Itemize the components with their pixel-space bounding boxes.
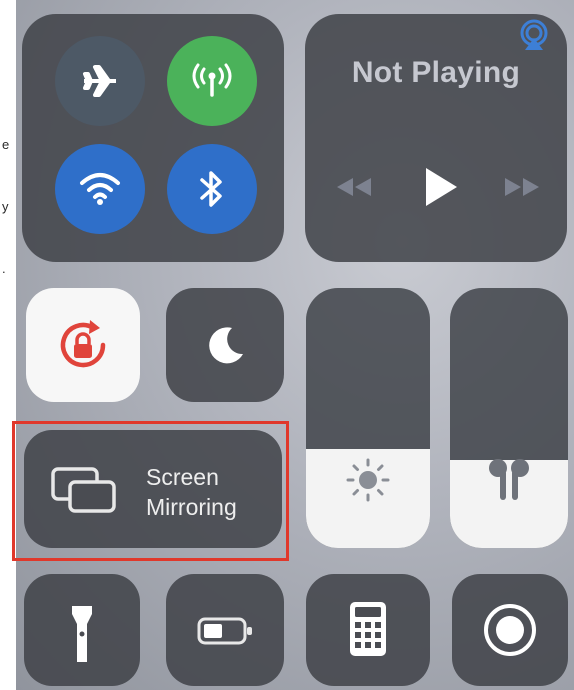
do-not-disturb-button[interactable] bbox=[166, 288, 284, 402]
calculator-icon bbox=[350, 602, 386, 656]
wifi-button[interactable] bbox=[55, 144, 145, 234]
edge-char: y bbox=[2, 199, 9, 214]
rewind-icon[interactable] bbox=[335, 176, 373, 198]
cellular-antenna-icon bbox=[192, 63, 232, 97]
orientation-lock-icon bbox=[60, 320, 106, 368]
airpods-icon bbox=[489, 459, 529, 500]
low-power-battery-icon bbox=[197, 617, 252, 645]
highlight-box bbox=[12, 421, 289, 561]
wifi-icon bbox=[80, 173, 120, 205]
calculator-button[interactable] bbox=[306, 574, 430, 686]
now-playing-title: Not Playing bbox=[351, 56, 521, 89]
screen-record-icon bbox=[484, 604, 536, 656]
airplane-icon bbox=[83, 65, 116, 97]
sun-icon bbox=[346, 458, 390, 502]
orientation-lock-button[interactable] bbox=[26, 288, 140, 402]
airplane-mode-button[interactable] bbox=[55, 36, 145, 126]
fast-forward-icon[interactable] bbox=[503, 176, 541, 198]
play-icon[interactable] bbox=[423, 166, 459, 208]
screen-record-button[interactable] bbox=[452, 574, 568, 686]
now-playing-tile[interactable]: Not Playing bbox=[305, 14, 567, 262]
brightness-slider[interactable] bbox=[306, 288, 430, 548]
low-power-mode-button[interactable] bbox=[166, 574, 284, 686]
airplay-icon[interactable] bbox=[517, 18, 551, 52]
flashlight-button[interactable] bbox=[24, 574, 140, 686]
edge-char: . bbox=[2, 261, 6, 276]
volume-slider[interactable] bbox=[450, 288, 568, 548]
bluetooth-icon bbox=[200, 171, 222, 207]
bluetooth-button[interactable] bbox=[167, 144, 257, 234]
moon-icon bbox=[209, 327, 243, 364]
connectivity-tile bbox=[22, 14, 284, 262]
cellular-data-button[interactable] bbox=[167, 36, 257, 126]
edge-char: e bbox=[2, 137, 10, 152]
edge-text-strip: e y . bbox=[0, 0, 16, 690]
flashlight-icon bbox=[72, 606, 92, 662]
